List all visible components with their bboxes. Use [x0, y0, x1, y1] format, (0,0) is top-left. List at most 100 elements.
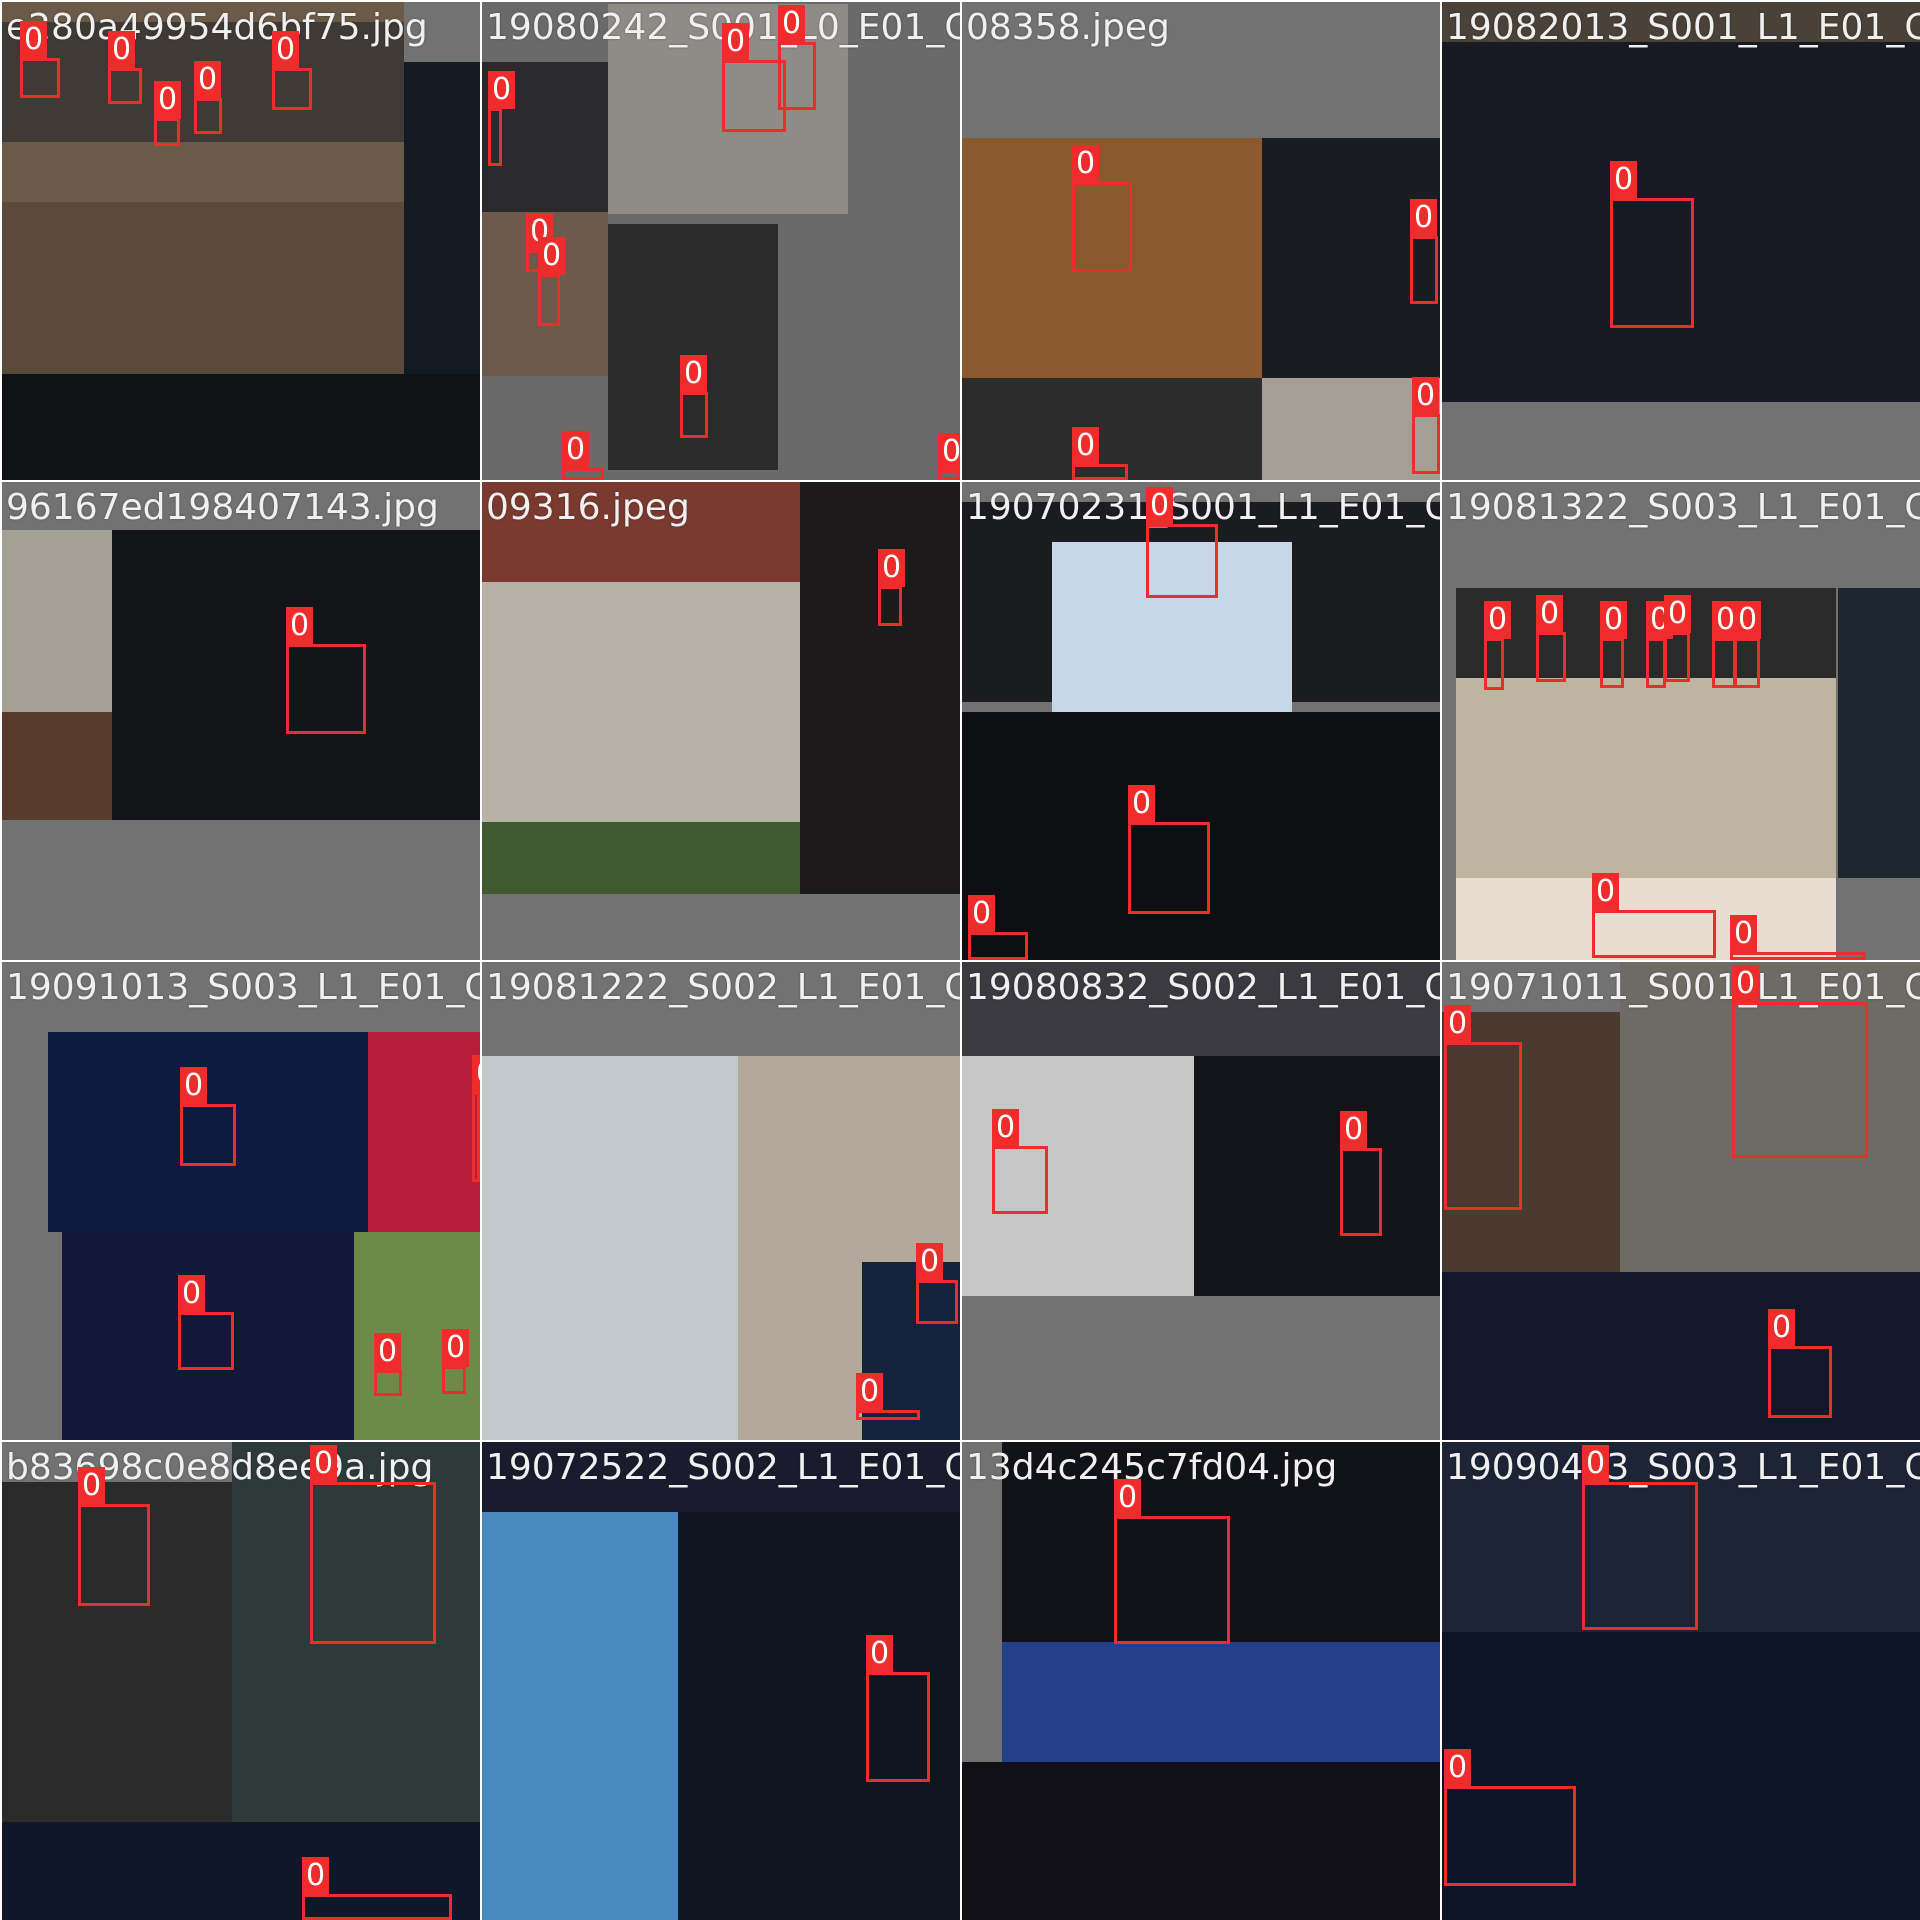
detection-box: 0 [1072, 427, 1128, 480]
detection-box: 0 [1340, 1111, 1382, 1236]
detection-class-label: 0 [1730, 915, 1758, 953]
detection-class-label: 0 [1072, 427, 1100, 465]
detection-class-label: 0 [916, 1243, 944, 1281]
tile-filename: 96167ed198407143.jpg [6, 487, 439, 528]
detection-class-label: 0 [562, 431, 590, 469]
detection-class-label: 0 [1600, 601, 1628, 639]
detection-class-label: 0 [1734, 601, 1762, 639]
detection-box: 0 [1734, 601, 1762, 688]
photo-patch [2, 712, 112, 820]
detection-box: 0 [374, 1333, 402, 1396]
detection-class-label: 0 [938, 433, 960, 471]
detection-box: 0 [1646, 601, 1674, 688]
detection-class-label: 0 [442, 1329, 470, 1367]
detection-box: 0 [1536, 595, 1566, 682]
photo-patch [482, 1056, 738, 1440]
detection-box: 0 [178, 1275, 234, 1370]
detection-class-label: 0 [1444, 1749, 1472, 1787]
detection-class-label: 0 [310, 1445, 338, 1483]
mosaic-tile: 13d4c245c7fd04.jpg 0 [962, 1442, 1440, 1920]
detection-box: 0 [154, 81, 182, 146]
detection-box: 0 [180, 1067, 236, 1166]
tile-filename: 19080832_S002_L1_E01_C11.jpg [966, 967, 1440, 1008]
detection-class-label: 0 [1412, 377, 1440, 415]
detection-box: 0 [1664, 595, 1692, 682]
detection-box: 0 [1072, 145, 1132, 272]
mosaic-tile: 19080832_S002_L1_E01_C11.jpg 0 0 [962, 962, 1440, 1440]
detection-box: 0 [1582, 1445, 1698, 1630]
detection-class-label: 0 [856, 1373, 884, 1411]
photo-patch [1442, 1272, 1920, 1440]
detection-class-label: 0 [302, 1857, 330, 1895]
detection-class-label: 0 [1582, 1445, 1610, 1483]
detection-box: 0 [194, 61, 222, 134]
mosaic-tile: 19072522_S002_L1_E01_C11.jpg 0 [482, 1442, 960, 1920]
detection-box: 0 [1592, 873, 1716, 958]
detection-box: 0 [1732, 965, 1868, 1158]
detection-box: 0 [1114, 1479, 1230, 1644]
photo-patch [962, 1762, 1440, 1920]
detection-class-label: 0 [968, 895, 996, 933]
detection-box: 0 [286, 607, 366, 734]
detection-box: 0 [856, 1373, 920, 1420]
detection-box: 0 [992, 1109, 1048, 1214]
detection-box: 0 [938, 433, 960, 480]
tile-filename: e280a49954d6bf75.jpg [6, 7, 428, 48]
detection-class-label: 0 [1128, 785, 1156, 823]
detection-class-label: 0 [194, 61, 222, 99]
detection-box: 0 [878, 549, 906, 626]
detection-box: 0 [472, 1055, 480, 1182]
tile-filename: 19082013_S001_L1_E01_C [1446, 7, 1920, 48]
tile-filename: 19091013_S003_L1_E01_C17.jpg [6, 967, 480, 1008]
mosaic-grid: e280a49954d6bf75.jpg0000019080242_S001_L… [0, 0, 1920, 1920]
photo-patch [2, 374, 480, 480]
mosaic-tile: 96167ed198407143.jpg 0 [2, 482, 480, 960]
detection-class-label: 0 [1536, 595, 1564, 633]
detection-class-label: 0 [286, 607, 314, 645]
detection-class-label: 0 [1592, 873, 1620, 911]
detection-box: 0 [1412, 377, 1440, 474]
tile-filename: 19081222_S002_L1_E01_C [486, 967, 960, 1008]
detection-class-label: 0 [488, 71, 516, 109]
detection-class-label: 0 [1610, 161, 1638, 199]
mosaic-tile: 19071011_S001_L1_E01_C 0 0 0 [1442, 962, 1920, 1440]
detection-class-label: 0 [78, 1467, 106, 1505]
detection-class-label: 0 [1072, 145, 1100, 183]
photo-patch [1002, 1642, 1440, 1762]
detection-class-label: 0 [272, 31, 300, 69]
detection-class-label: 0 [1146, 487, 1174, 525]
photo-patch [1194, 1056, 1440, 1296]
photo-patch [800, 482, 960, 894]
detection-box: 0 [1768, 1309, 1832, 1418]
detection-box: 0 [1128, 785, 1210, 914]
detection-class-label: 0 [20, 21, 48, 59]
detection-box: 0 [866, 1635, 930, 1782]
detection-class-label: 0 [778, 5, 806, 43]
detection-class-label: 0 [1114, 1479, 1142, 1517]
mosaic-tile: b83698c0e8d8ee9a.jpg 0 0 0 [2, 1442, 480, 1920]
tile-filename: 09316.jpeg [486, 487, 690, 528]
detection-class-label: 0 [1732, 965, 1760, 1003]
detection-box: 0 [310, 1445, 436, 1644]
detection-class-label: 0 [178, 1275, 206, 1313]
detection-class-label: 0 [1340, 1111, 1368, 1149]
detection-box: 0 [1484, 601, 1512, 690]
detection-class-label: 0 [680, 355, 708, 393]
photo-patch [1838, 588, 1920, 878]
mosaic-tile: 19090413_S003_L1_E01_C 0 0 [1442, 1442, 1920, 1920]
detection-box: 0 [968, 895, 1028, 960]
detection-class-label: 0 [1484, 601, 1512, 639]
mosaic-tile: 19080242_S001_L0_E01_C10.jpg00000000 [482, 2, 960, 480]
mosaic-tile: 19070231_S001_L1_E01_C14.jpg000 [962, 482, 1440, 960]
tile-filename: 19081322_S003_L1_E01_C [1446, 487, 1920, 528]
detection-class-label: 0 [722, 23, 750, 61]
detection-box: 0 [1610, 161, 1694, 328]
detection-box: 0 [722, 23, 786, 132]
detection-box: 0 [538, 237, 566, 326]
detection-box: 0 [1730, 915, 1866, 960]
detection-class-label: 0 [992, 1109, 1020, 1147]
detection-box: 0 [1600, 601, 1628, 688]
detection-box: 0 [778, 5, 816, 110]
photo-patch [2, 202, 404, 374]
mosaic-tile: 08358.jpeg 0 0 0 0 [962, 2, 1440, 480]
